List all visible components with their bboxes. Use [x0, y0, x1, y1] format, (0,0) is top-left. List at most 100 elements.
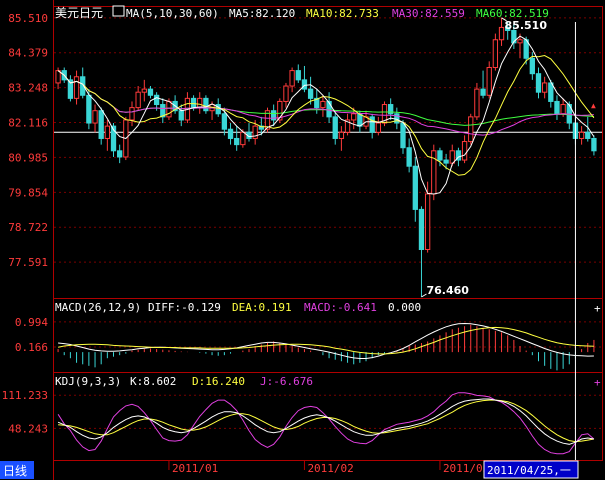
candle-up — [486, 67, 492, 96]
candle-up — [55, 70, 61, 84]
candle-down — [394, 113, 400, 124]
candle-up — [474, 88, 480, 118]
candle-down — [591, 137, 597, 152]
stock-chart[interactable]: 85.510 84.379 83.248 82.116 80.985 79.854 78.7… — [0, 0, 605, 480]
candle-down — [443, 159, 449, 164]
candle-down — [178, 110, 184, 121]
macd-header: MACD(26,12,9) DIFF:-0.129 DEA:0.191 MACD… — [55, 301, 601, 315]
x-tick-labels: 2011/01 2011/02 2011/03 — [168, 460, 489, 475]
x-tick-label: 2011/03 — [443, 462, 489, 475]
candle-up — [498, 26, 505, 41]
cursor-date: 2011/04/25,一 — [487, 464, 571, 477]
kdj-params: KDJ(9,3,3) — [55, 375, 121, 388]
candle-down — [480, 88, 486, 96]
candle-up — [283, 85, 289, 102]
moving-averages — [57, 35, 595, 195]
macd-value: MACD:-0.641 — [304, 301, 377, 314]
candle-down — [234, 137, 240, 146]
candle-up — [141, 88, 147, 93]
ma5-value: MA5:82.120 — [229, 7, 295, 20]
candle-down — [585, 131, 591, 139]
x-tick-label: 2011/01 — [172, 462, 218, 475]
candle-up — [541, 82, 548, 93]
y-tick-label: 79.854 — [8, 186, 48, 199]
ma-params: MA(5,10,30,60) — [126, 7, 219, 20]
ma10-value: MA10:82.733 — [306, 7, 379, 20]
ma5-line — [57, 35, 595, 195]
high-annotation: 85.510 — [505, 19, 548, 32]
macd-diff-value: DIFF:-0.129 — [148, 301, 221, 314]
scroll-up-icon[interactable]: ▲ — [591, 101, 596, 110]
candle-down — [332, 116, 338, 139]
kdj-add-button[interactable]: + — [594, 376, 601, 389]
candle-up — [320, 100, 326, 109]
kdj-d-value: D:16.240 — [192, 375, 245, 388]
candle-up — [424, 193, 431, 250]
macd-series — [57, 322, 595, 371]
candle-down — [406, 147, 412, 167]
y-tick-label: 111.233 — [2, 389, 48, 402]
y-tick-label: 83.248 — [8, 82, 48, 95]
candle-down — [535, 73, 542, 93]
candle-down — [437, 150, 443, 161]
candle-down — [295, 70, 301, 81]
y-tick-label: 0.994 — [15, 316, 48, 329]
kdj-series — [57, 392, 595, 455]
candle-up — [129, 107, 135, 121]
candle-up — [375, 122, 382, 133]
candle-down — [86, 94, 92, 124]
candle-down — [227, 128, 234, 139]
candle-down — [369, 116, 375, 133]
kdj-header: KDJ(9,3,3) K:8.602 D:16.240 J:-6.676 + — [55, 375, 601, 389]
candle-down — [554, 100, 560, 115]
indicator-icon[interactable] — [112, 5, 125, 17]
period-button[interactable]: 日线 — [3, 464, 27, 478]
candle-down — [203, 97, 209, 112]
candle-down — [326, 100, 332, 118]
candle-up — [338, 131, 345, 139]
y-tick-label: 77.591 — [8, 256, 48, 269]
kdj-j-line — [57, 392, 595, 455]
candle-down — [98, 110, 104, 139]
candle-up — [560, 104, 566, 115]
y-tick-label: 85.510 — [8, 12, 48, 25]
y-tick-label: 78.722 — [8, 221, 48, 234]
candle-up — [73, 76, 80, 99]
y-tick-label: 80.985 — [8, 151, 48, 164]
kdj-j-value: J:-6.676 — [260, 375, 313, 388]
candle-up — [449, 150, 455, 164]
ma10-line — [57, 54, 595, 176]
candle-up — [461, 141, 468, 161]
candle-up — [92, 110, 98, 124]
y-tick-label: 48.243 — [8, 422, 48, 435]
macd-add-button[interactable]: + — [594, 302, 601, 315]
candle-up — [517, 39, 523, 44]
candle-down — [400, 122, 406, 149]
candle-up — [468, 116, 474, 143]
candle-up — [104, 125, 111, 139]
x-tick-label: 2011/02 — [307, 462, 353, 475]
y-tick-label: 84.379 — [8, 47, 48, 60]
y-tick-label: 82.116 — [8, 117, 48, 130]
macd-params: MACD(26,12,9) — [55, 301, 141, 314]
footer: 日线 2011/04/25,一 — [0, 460, 579, 479]
y-tick-label: 0.166 — [15, 341, 48, 354]
low-annotation: 76.460 — [426, 284, 469, 297]
candle-up — [197, 97, 203, 109]
grid-lines — [54, 17, 602, 429]
candle-up — [351, 113, 357, 121]
candle-down — [418, 208, 425, 251]
kdj-k-value: K:8.602 — [130, 375, 176, 388]
candle-down — [301, 79, 308, 90]
ma60-value: MA60:82.519 — [476, 7, 549, 20]
ma30-value: MA30:82.559 — [392, 7, 465, 20]
candle-down — [307, 88, 314, 99]
candle-down — [412, 165, 418, 210]
candle-down — [548, 82, 554, 102]
candle-down — [221, 113, 228, 130]
candle-down — [117, 150, 123, 158]
candle-up — [289, 70, 295, 87]
candle-down — [153, 94, 160, 106]
candle-up — [135, 91, 141, 109]
y-tick-labels: 85.510 84.379 83.248 82.116 80.985 79.854 78.7… — [2, 12, 49, 436]
